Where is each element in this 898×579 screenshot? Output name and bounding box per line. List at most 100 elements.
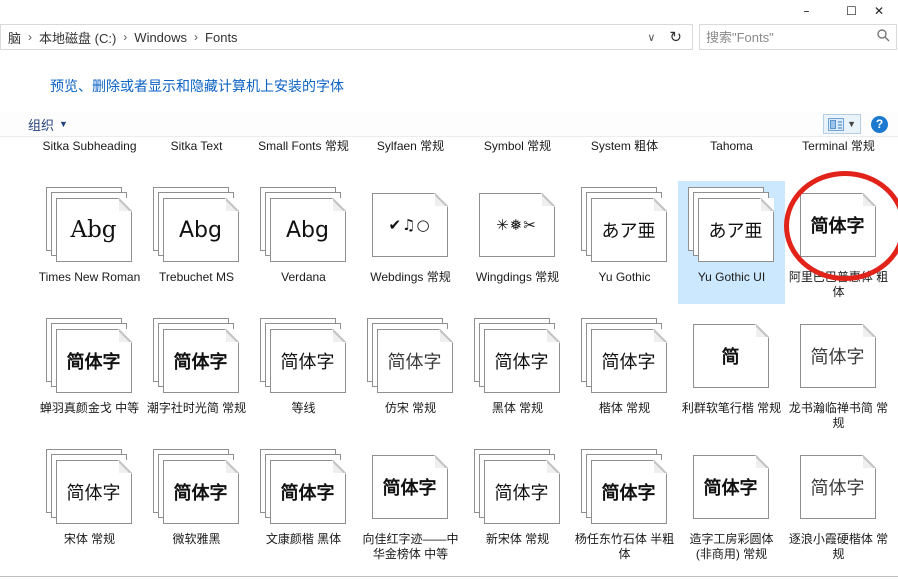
font-label: 微软雅黑 [172, 532, 220, 547]
font-label-partial[interactable]: Terminal 常规 [785, 139, 892, 173]
font-item[interactable]: 简体字 阿里巴巴普惠体 粗体 [785, 181, 892, 304]
view-mode-button[interactable]: ▼ [823, 114, 861, 134]
font-item[interactable]: 简体字 黑体 常规 [464, 312, 571, 435]
font-stack-icon: あア亜 [581, 187, 669, 264]
breadcrumb-item-windows[interactable]: Windows [131, 30, 190, 45]
font-preview-text: 简体字 [801, 325, 875, 387]
font-grid-partial-row: Sitka SubheadingSitka TextSmall Fonts 常规… [36, 139, 898, 173]
address-bar[interactable]: 脑 本地磁盘 (C:) Windows Fonts ∨ ↻ [0, 24, 693, 50]
font-item[interactable]: 简体字 新宋体 常规 [464, 443, 571, 566]
font-item[interactable]: 简体字 龙书瀚临禅书简 常规 [785, 312, 892, 435]
maximize-button[interactable]: ☐ [829, 0, 874, 22]
font-label-partial[interactable]: Tahoma [678, 139, 785, 173]
font-item[interactable]: Abg Trebuchet MS [143, 181, 250, 304]
font-stack-icon: 简体字 [795, 187, 883, 264]
font-page-front: あア亜 [591, 198, 667, 262]
font-item[interactable]: 简体字 潮字社时光简 常规 [143, 312, 250, 435]
font-item[interactable]: あア亜 Yu Gothic UI [678, 181, 785, 304]
breadcrumb-separator-icon[interactable] [119, 30, 131, 44]
font-preview-text: あア亜 [699, 199, 773, 261]
address-dropdown-icon[interactable]: ∨ [639, 31, 663, 44]
font-page-front: 简体字 [800, 324, 876, 388]
font-label-partial[interactable]: Sitka Subheading [36, 139, 143, 173]
font-grid-row: 简体字 宋体 常规 简体字 微软雅黑 简体字 文康颜楷 黑体 [36, 443, 898, 566]
font-page-front: 简体字 [800, 455, 876, 519]
font-label: 造字工房彩圆体 (非商用) 常规 [680, 532, 783, 562]
font-item[interactable]: Abg Verdana [250, 181, 357, 304]
search-icon[interactable] [876, 28, 890, 47]
font-item[interactable]: ✳❅✂ Wingdings 常规 [464, 181, 571, 304]
font-item[interactable]: 简体字 逐浪小霞硬楷体 常规 [785, 443, 892, 566]
breadcrumb-item-this-pc[interactable]: 脑 [5, 28, 24, 47]
breadcrumb-item-local-disk[interactable]: 本地磁盘 (C:) [36, 28, 119, 47]
font-label-partial[interactable]: Small Fonts 常规 [250, 139, 357, 173]
font-preview-text: 简体字 [378, 330, 452, 392]
organize-button[interactable]: 组织 ▼ [28, 115, 68, 134]
font-item[interactable]: 简体字 仿宋 常规 [357, 312, 464, 435]
font-page-front: ✳❅✂ [479, 193, 555, 257]
font-item[interactable]: ✔♫○ Webdings 常规 [357, 181, 464, 304]
font-label: Times New Roman [39, 270, 141, 285]
font-grid: Sitka SubheadingSitka TextSmall Fonts 常规… [36, 139, 898, 566]
font-page-front: 简 [693, 324, 769, 388]
font-label: 利群软笔行楷 常规 [682, 401, 781, 416]
view-mode-icon [828, 118, 844, 131]
font-item[interactable]: 简体字 杨任东竹石体 半粗体 [571, 443, 678, 566]
organize-label: 组织 [28, 115, 54, 134]
font-item[interactable]: 简体字 文康颜楷 黑体 [250, 443, 357, 566]
chevron-down-icon: ▼ [59, 119, 68, 129]
font-label: 新宋体 常规 [486, 532, 549, 547]
font-label-partial[interactable]: Sitka Text [143, 139, 250, 173]
font-label-partial[interactable]: Symbol 常规 [464, 139, 571, 173]
font-item[interactable]: Abg Times New Roman [36, 181, 143, 304]
font-item[interactable]: 简体字 等线 [250, 312, 357, 435]
font-stack-icon: 简 [688, 318, 776, 395]
font-preview-text: あア亜 [592, 199, 666, 261]
font-label: 潮字社时光简 常规 [147, 401, 246, 416]
font-label: 龙书瀚临禅书简 常规 [787, 401, 890, 431]
breadcrumb-item-fonts[interactable]: Fonts [202, 30, 241, 45]
font-page-front: 简体字 [484, 460, 560, 524]
font-label: 楷体 常规 [599, 401, 650, 416]
font-grid-row: Abg Times New Roman Abg Trebuchet MS Abg… [36, 181, 898, 304]
minimize-button[interactable]: – [784, 0, 829, 22]
font-page-front: 简体字 [163, 460, 239, 524]
font-preview-text: Abg [57, 199, 131, 261]
font-page-front: 简体字 [270, 329, 346, 393]
refresh-icon[interactable]: ↻ [663, 28, 688, 46]
font-label: Verdana [281, 270, 326, 285]
font-item[interactable]: 简 利群软笔行楷 常规 [678, 312, 785, 435]
font-preview-text: 简体字 [592, 461, 666, 523]
search-box[interactable] [699, 24, 897, 50]
help-icon[interactable]: ? [871, 116, 888, 133]
font-item[interactable]: あア亜 Yu Gothic [571, 181, 678, 304]
window-bottom-divider [0, 576, 898, 577]
font-page-front: 简体字 [270, 460, 346, 524]
close-button[interactable]: ✕ [874, 0, 898, 22]
font-label: Wingdings 常规 [476, 270, 559, 285]
font-page-front: 简体字 [56, 329, 132, 393]
font-item[interactable]: 简体字 造字工房彩圆体 (非商用) 常规 [678, 443, 785, 566]
font-grid-row: 简体字 蝉羽真颜金戈 中等 简体字 潮字社时光简 常规 简体字 等线 [36, 312, 898, 435]
font-preview-text: 简体字 [801, 194, 875, 256]
font-label-partial[interactable]: System 粗体 [571, 139, 678, 173]
font-item[interactable]: 简体字 宋体 常规 [36, 443, 143, 566]
font-preview-text: 简体字 [485, 461, 559, 523]
font-label: 逐浪小霞硬楷体 常规 [787, 532, 890, 562]
font-item[interactable]: 简体字 楷体 常规 [571, 312, 678, 435]
breadcrumb-separator-icon[interactable] [190, 30, 202, 44]
font-label: 蝉羽真颜金戈 中等 [40, 401, 139, 416]
font-item[interactable]: 简体字 蝉羽真颜金戈 中等 [36, 312, 143, 435]
font-preview-text: 简体字 [271, 330, 345, 392]
font-page-front: Abg [270, 198, 346, 262]
search-input[interactable] [706, 30, 872, 45]
font-page-front: 简体字 [372, 455, 448, 519]
font-item[interactable]: 简体字 向佳红字迹——中华金榜体 中等 [357, 443, 464, 566]
breadcrumb-separator-icon[interactable] [24, 30, 36, 44]
font-item[interactable]: 简体字 微软雅黑 [143, 443, 250, 566]
font-preview-text: ✳❅✂ [480, 194, 554, 256]
command-toolbar: 组织 ▼ ▼ ? [0, 112, 898, 137]
font-stack-icon: 简体字 [153, 318, 241, 395]
font-page-front: ✔♫○ [372, 193, 448, 257]
font-label-partial[interactable]: Sylfaen 常规 [357, 139, 464, 173]
